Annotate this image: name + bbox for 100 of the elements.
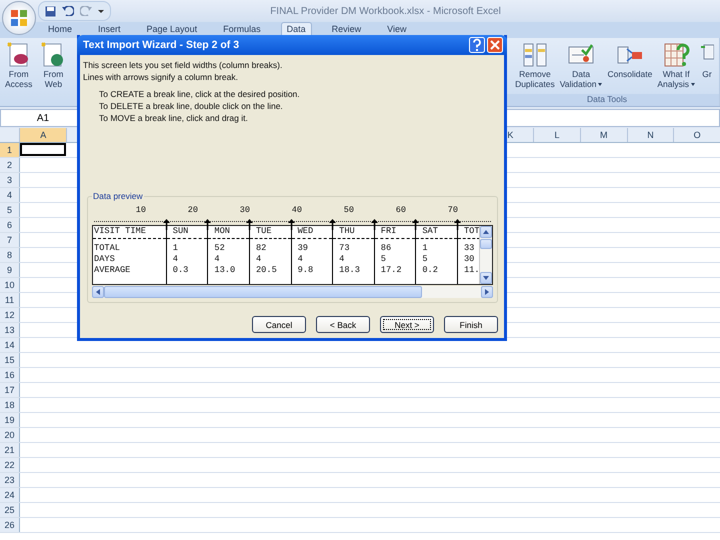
ribbon-button[interactable]: Data Validation [558, 41, 604, 94]
row-header[interactable]: 23 [0, 473, 20, 487]
row-header[interactable]: 4 [0, 188, 20, 202]
row-header[interactable]: 19 [0, 413, 20, 427]
window-title: FINAL Provider DM Workbook.xlsx - Microsoft Excel [269, 6, 502, 16]
row-header[interactable]: 5 [0, 203, 20, 217]
row-header[interactable]: 8 [0, 248, 20, 262]
preview-cell-text: DAYS [93, 254, 116, 265]
column-header[interactable]: L [533, 128, 580, 142]
preview-cell-text: 18.3 [338, 265, 361, 276]
preview-cell-text: 17.2 [380, 265, 403, 276]
ruler-number: 10 [134, 205, 146, 217]
row-header[interactable]: 11 [0, 293, 20, 307]
dropdown-icon[interactable] [98, 8, 104, 14]
ribbon-tab[interactable]: Data [280, 22, 312, 36]
row-header[interactable]: 17 [0, 383, 20, 397]
row-header[interactable]: 1 [0, 143, 20, 157]
column-header[interactable]: M [580, 128, 627, 142]
scroll-thumb[interactable] [104, 286, 422, 298]
ribbon-button[interactable]: From Access [3, 41, 34, 106]
dialog-button[interactable]: Cancel [252, 316, 306, 333]
ribbon-tab[interactable]: Insert [92, 22, 127, 36]
preview-cell-text: 39 [296, 243, 309, 254]
scroll-down-button[interactable] [480, 272, 492, 284]
column-header[interactable]: N [626, 128, 674, 142]
scroll-up-button[interactable] [480, 226, 492, 238]
dialog-button[interactable]: Next > [380, 316, 434, 333]
row-header[interactable]: 16 [0, 368, 20, 382]
row-header[interactable]: 22 [0, 458, 20, 472]
ribbon-button[interactable]: Gr [698, 41, 716, 94]
preview-cell: TUE [250, 226, 291, 239]
preview-cell-text: 82 [254, 243, 268, 254]
office-button[interactable] [2, 1, 36, 35]
preview-cell-text: 1 [421, 243, 429, 254]
row-header[interactable]: 12 [0, 308, 20, 322]
scroll-left-button[interactable] [92, 286, 104, 298]
preview-cell-text: 13.0 [213, 265, 236, 276]
row-header[interactable]: 18 [0, 398, 20, 412]
preview-cell-text: 4 [338, 254, 346, 265]
group-title: Data preview [92, 191, 144, 201]
down-arrow-icon [483, 276, 489, 280]
ruler-number: 20 [186, 205, 198, 217]
dialog-button[interactable]: < Back [316, 316, 370, 333]
row-header[interactable]: 6 [0, 218, 20, 232]
dialog-button[interactable]: Finish [444, 316, 498, 333]
row-header[interactable]: 26 [0, 518, 20, 532]
preview-cell: WED [292, 226, 332, 239]
intro-text: Lines with arrows signify a column break. [83, 71, 239, 83]
ruler-number: 40 [290, 205, 302, 217]
caret-icon [691, 83, 695, 86]
preview-cell-text: 33 [462, 243, 476, 254]
column-header[interactable]: O [673, 128, 720, 142]
ribbon-button[interactable]: What If Analysis [655, 41, 697, 94]
help-icon[interactable] [469, 37, 485, 53]
row-header[interactable]: 2 [0, 158, 20, 172]
close-icon[interactable] [487, 37, 503, 53]
active-cell[interactable] [20, 143, 66, 156]
preview-cell-text: 4 [172, 254, 179, 265]
save-icon[interactable] [45, 6, 56, 16]
row-header[interactable]: 24 [0, 488, 20, 502]
dialog-title: Text Import Wizard - Step 2 of 3 [83, 39, 240, 51]
column-header[interactable]: A [19, 128, 66, 142]
ribbon-button[interactable]: Consolidate [605, 41, 654, 94]
row-header[interactable]: 3 [0, 173, 20, 187]
question-grid-icon [662, 41, 690, 69]
row-header[interactable]: 10 [0, 278, 20, 292]
row-header[interactable]: 14 [0, 338, 20, 352]
preview-cell: MON [208, 226, 249, 239]
intro-text: This screen lets you set field widths (column breaks). [83, 59, 284, 71]
ruler-number: 70 [446, 205, 458, 217]
undo-icon[interactable] [62, 6, 74, 16]
row-header[interactable]: 13 [0, 323, 20, 337]
preview-cell-text: 5 [421, 254, 429, 265]
up-arrow-icon [483, 230, 489, 234]
scroll-right-button[interactable] [481, 286, 493, 298]
preview-cell: SUN [166, 226, 208, 239]
row-header[interactable]: 25 [0, 503, 20, 517]
row-header[interactable]: 20 [0, 428, 20, 442]
ribbon-tab[interactable]: Formulas [217, 22, 267, 36]
preview-cell: THU [333, 226, 374, 239]
preview-cell-text: 4 [213, 254, 221, 265]
ribbon-tab[interactable]: Home [42, 22, 78, 36]
right-arrow-icon [485, 289, 489, 295]
preview-cell-text: TOTAL [93, 243, 121, 254]
ribbon-tab[interactable]: Review [326, 22, 368, 36]
row-header[interactable]: 7 [0, 233, 20, 247]
scroll-thumb[interactable] [480, 239, 492, 249]
row-header[interactable]: 21 [0, 443, 20, 457]
preview-cell-text: 30 [462, 254, 476, 265]
ribbon-button[interactable]: From Web [38, 41, 68, 106]
logo [10, 9, 28, 27]
instruction-text: To DELETE a break line, double click on the line. [99, 100, 284, 112]
ribbon-tab[interactable]: View [381, 22, 412, 36]
ribbon-button[interactable]: Remove Duplicates [513, 41, 557, 94]
ruler-number: 60 [394, 205, 406, 217]
ruler-number: 30 [238, 205, 250, 217]
preview-cell: SAT [416, 226, 457, 239]
row-header[interactable]: 9 [0, 263, 20, 277]
row-header[interactable]: 15 [0, 353, 20, 367]
ribbon-tab[interactable]: Page Layout [140, 22, 204, 36]
